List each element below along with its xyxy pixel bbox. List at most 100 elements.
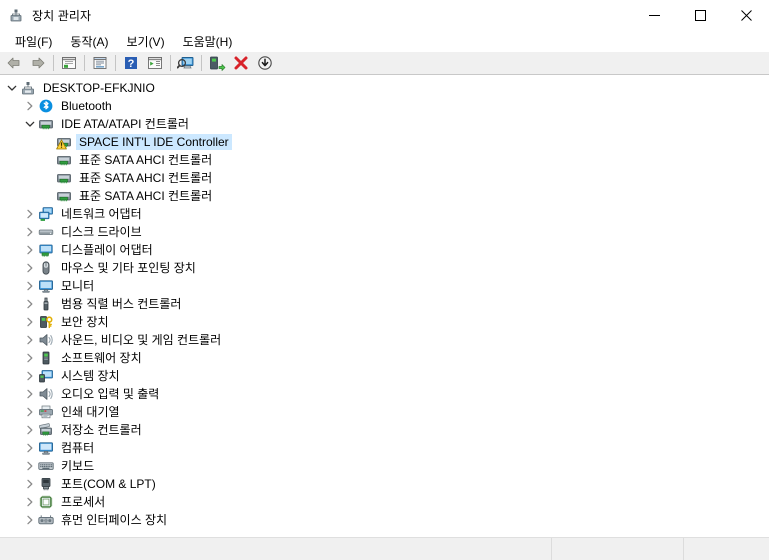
chevron-right-icon[interactable] (22, 206, 38, 222)
chevron-down-icon[interactable] (4, 80, 20, 96)
close-button[interactable] (723, 0, 769, 30)
tree-item-label: 네트워크 어댑터 (61, 207, 142, 221)
forward-arrow-icon[interactable] (26, 53, 50, 73)
device-tree-panel[interactable]: DESKTOP-EFKJNIO Bluetooth IDE ATA/ATAPI … (0, 75, 769, 537)
tree-row[interactable]: 보안 장치 (0, 313, 769, 331)
chevron-right-icon[interactable] (22, 98, 38, 114)
tree-row[interactable]: 포트(COM & LPT) (0, 475, 769, 493)
tree-row[interactable]: 모니터 (0, 277, 769, 295)
tree-row[interactable]: IDE ATA/ATAPI 컨트롤러 (0, 115, 769, 133)
display-adapter-icon (38, 242, 54, 258)
tree-row[interactable]: 표준 SATA AHCI 컨트롤러 (0, 151, 769, 169)
chevron-right-icon[interactable] (22, 296, 38, 312)
svg-text:?: ? (128, 58, 135, 70)
tree-row[interactable]: 사운드, 비디오 및 게임 컨트롤러 (0, 331, 769, 349)
scan-hardware-changes-icon[interactable] (174, 53, 198, 73)
tree-row[interactable]: 네트워크 어댑터 (0, 205, 769, 223)
chevron-right-icon[interactable] (22, 458, 38, 474)
tree-item-label: 저장소 컨트롤러 (61, 423, 142, 437)
window-title: 장치 관리자 (32, 8, 92, 23)
tree-row[interactable]: 표준 SATA AHCI 컨트롤러 (0, 169, 769, 187)
maximize-button[interactable] (677, 0, 723, 30)
tree-row[interactable]: 휴먼 인터페이스 장치 (0, 511, 769, 529)
tree-row[interactable]: 디스크 드라이브 (0, 223, 769, 241)
port-icon (38, 476, 54, 492)
chevron-right-icon[interactable] (22, 350, 38, 366)
security-device-icon (38, 314, 54, 330)
tree-row[interactable]: 소프트웨어 장치 (0, 349, 769, 367)
tree-item-label: 소프트웨어 장치 (61, 351, 142, 365)
tree-row[interactable]: 오디오 입력 및 출력 (0, 385, 769, 403)
tree-row[interactable]: 범용 직렬 버스 컨트롤러 (0, 295, 769, 313)
tree-row[interactable]: 시스템 장치 (0, 367, 769, 385)
software-device-icon (38, 350, 54, 366)
tree-row[interactable]: 마우스 및 기타 포인팅 장치 (0, 259, 769, 277)
chevron-right-icon[interactable] (22, 404, 38, 420)
tree-row[interactable]: 저장소 컨트롤러 (0, 421, 769, 439)
chevron-right-icon[interactable] (22, 476, 38, 492)
twisty-placeholder (40, 134, 56, 150)
show-hide-console-tree-icon[interactable] (57, 53, 81, 73)
chevron-right-icon[interactable] (22, 278, 38, 294)
tree-item-label: 시스템 장치 (61, 369, 120, 383)
uninstall-device-icon[interactable] (229, 53, 253, 73)
tree-row[interactable]: 컴퓨터 (0, 439, 769, 457)
tree-item-label: 마우스 및 기타 포인팅 장치 (61, 261, 196, 275)
toolbar-separator (84, 55, 85, 71)
tree-item-label: 컴퓨터 (61, 441, 95, 455)
tree-row[interactable]: 인쇄 대기열 (0, 403, 769, 421)
menu-action[interactable]: 동작(A) (61, 31, 117, 52)
tree-row[interactable]: DESKTOP-EFKJNIO (0, 79, 769, 97)
tree-row[interactable]: 표준 SATA AHCI 컨트롤러 (0, 187, 769, 205)
minimize-button[interactable] (631, 0, 677, 30)
chevron-right-icon[interactable] (22, 368, 38, 384)
tree-item-label: IDE ATA/ATAPI 컨트롤러 (61, 117, 189, 131)
tree-item-label: 디스플레이 어댑터 (61, 243, 153, 257)
status-pane-main (0, 538, 552, 560)
tree-item-label: 표준 SATA AHCI 컨트롤러 (79, 171, 213, 185)
keyboard-icon (38, 458, 54, 474)
tree-row[interactable]: 프로세서 (0, 493, 769, 511)
view-list-icon[interactable] (143, 53, 167, 73)
processor-icon (38, 494, 54, 510)
chevron-right-icon[interactable] (22, 314, 38, 330)
sound-device-icon (38, 332, 54, 348)
device-manager-window: 장치 관리자 파일(F) 동작(A) 보기(V) 도움말(H) ? DESKTO… (0, 0, 769, 560)
chevron-right-icon[interactable] (22, 260, 38, 276)
system-device-icon (38, 368, 54, 384)
back-arrow-icon[interactable] (2, 53, 26, 73)
tree-item-label: 휴먼 인터페이스 장치 (61, 513, 168, 527)
device-tree[interactable]: DESKTOP-EFKJNIO Bluetooth IDE ATA/ATAPI … (0, 75, 769, 529)
chevron-right-icon[interactable] (22, 440, 38, 456)
monitor-icon (38, 278, 54, 294)
tree-row-selected[interactable]: SPACE INT'L IDE Controller (0, 133, 769, 151)
storage-controller-icon (38, 422, 54, 438)
disable-device-icon[interactable] (253, 53, 277, 73)
status-pane-tertiary (684, 538, 769, 560)
chevron-right-icon[interactable] (22, 332, 38, 348)
chevron-right-icon[interactable] (22, 422, 38, 438)
tree-row[interactable]: 디스플레이 어댑터 (0, 241, 769, 259)
tree-item-label: 포트(COM & LPT) (61, 477, 156, 491)
tree-item-label: 디스크 드라이브 (61, 225, 142, 239)
chevron-right-icon[interactable] (22, 512, 38, 528)
chevron-right-icon[interactable] (22, 224, 38, 240)
chevron-right-icon[interactable] (22, 386, 38, 402)
chevron-down-icon[interactable] (22, 116, 38, 132)
menu-view[interactable]: 보기(V) (117, 31, 173, 52)
help-icon[interactable]: ? (119, 53, 143, 73)
status-pane-secondary (552, 538, 684, 560)
menu-help[interactable]: 도움말(H) (174, 31, 242, 52)
tree-item-label: 표준 SATA AHCI 컨트롤러 (79, 153, 213, 167)
properties-icon[interactable] (88, 53, 112, 73)
twisty-placeholder (40, 152, 56, 168)
menu-file[interactable]: 파일(F) (6, 31, 61, 52)
tree-row[interactable]: 키보드 (0, 457, 769, 475)
chevron-right-icon[interactable] (22, 242, 38, 258)
tree-row[interactable]: Bluetooth (0, 97, 769, 115)
disk-drive-icon (38, 224, 54, 240)
tree-item-label: 오디오 입력 및 출력 (61, 387, 160, 401)
toolbar-separator (170, 55, 171, 71)
update-driver-icon[interactable] (205, 53, 229, 73)
chevron-right-icon[interactable] (22, 494, 38, 510)
